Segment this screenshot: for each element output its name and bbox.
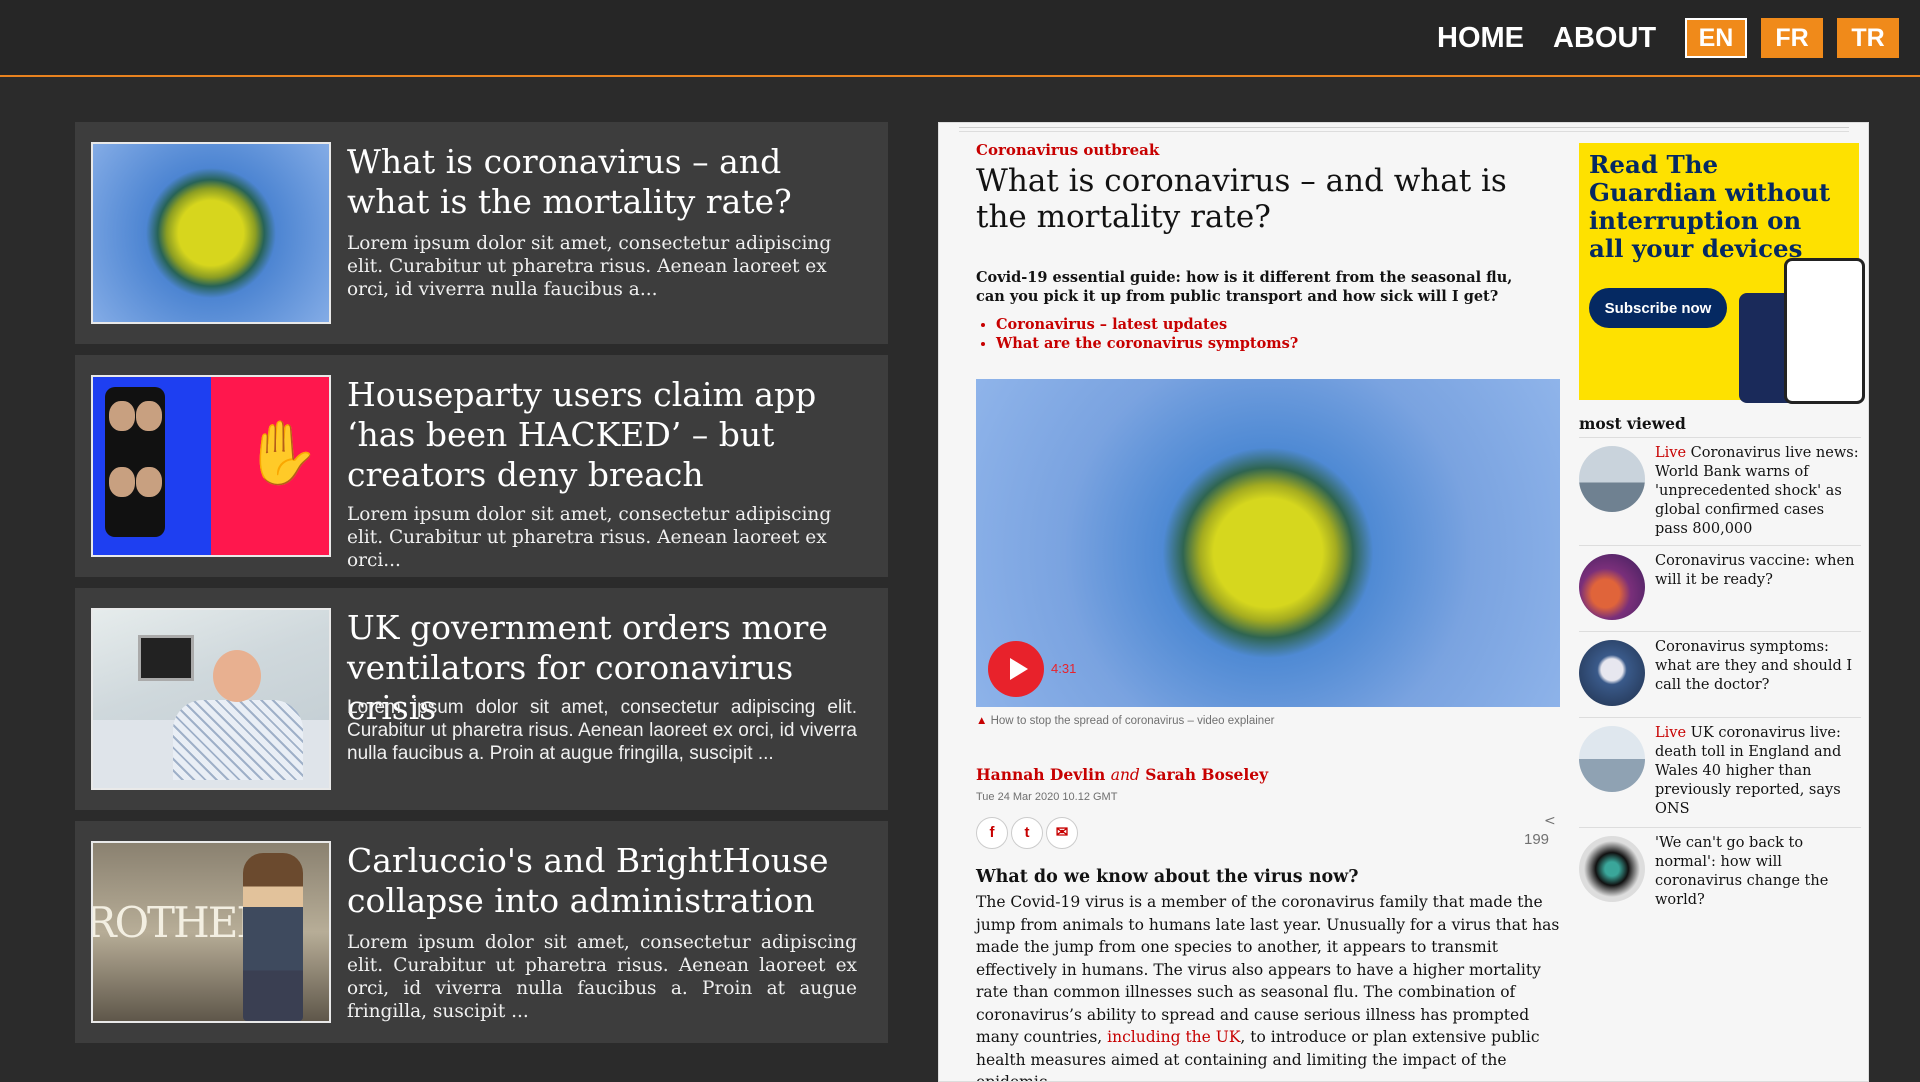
- most-viewed-heading: most viewed: [1579, 414, 1686, 433]
- hospital-thumbnail: [91, 608, 331, 790]
- phone-image: [1784, 258, 1865, 404]
- article-card[interactable]: What is coronavirus – and what is the mo…: [75, 122, 888, 344]
- top-nav-bar: HOME ABOUT EN FR TR: [0, 0, 1920, 77]
- video-caption: ▲ How to stop the spread of coronavirus …: [976, 715, 1274, 727]
- character-image: [243, 853, 303, 1021]
- most-viewed-text: Live Coronavirus live news: World Bank w…: [1655, 445, 1859, 537]
- author-link[interactable]: Sarah Boseley: [1145, 765, 1268, 784]
- article-excerpt: Lorem ipsum dolor sit amet, consectetur …: [347, 697, 857, 764]
- waving-hand-icon: ✋: [243, 416, 321, 489]
- most-viewed-item[interactable]: Coronavirus symptoms: what are they and …: [1579, 631, 1861, 718]
- related-link[interactable]: What are the coronavirus symptoms?: [996, 334, 1298, 353]
- triangle-icon: ▲: [976, 715, 988, 727]
- brothers-game-thumbnail: ROTHERS: [91, 841, 331, 1023]
- video-player[interactable]: 4:31: [976, 379, 1560, 707]
- article-headline: What is coronavirus – and what is the mo…: [976, 163, 1507, 235]
- article-title: What is coronavirus – and what is the mo…: [347, 142, 792, 221]
- publish-date: Tue 24 Mar 2020 10.12 GMT: [976, 791, 1118, 803]
- byline: Hannah Devlin and Sarah Boseley: [976, 765, 1268, 784]
- most-viewed-item[interactable]: Live UK coronavirus live: death toll in …: [1579, 717, 1861, 828]
- caption-text: How to stop the spread of coronavirus – …: [990, 715, 1275, 727]
- face-image: [136, 467, 162, 497]
- patient-image: [173, 700, 303, 780]
- facebook-icon[interactable]: f: [976, 817, 1008, 849]
- article-detail-panel: Coronavirus outbreak What is coronavirus…: [938, 122, 1869, 1082]
- article-card[interactable]: ✋ Houseparty users claim app ‘has been H…: [75, 355, 888, 577]
- most-viewed-item[interactable]: Coronavirus vaccine: when will it be rea…: [1579, 545, 1861, 632]
- gas-mask-thumbnail: [1579, 836, 1645, 902]
- author-link[interactable]: Hannah Devlin: [976, 765, 1105, 784]
- street-thumbnail: [1579, 726, 1645, 792]
- most-viewed-text: 'We can't go back to normal': how will c…: [1655, 835, 1829, 908]
- subscribe-button[interactable]: Subscribe now: [1589, 288, 1727, 328]
- ad-headline: Read The Guardian without interruption o…: [1589, 150, 1831, 263]
- section-heading: What do we know about the virus now?: [976, 867, 1359, 887]
- share-count: 199: [1524, 831, 1550, 848]
- nav-about-link[interactable]: ABOUT: [1553, 22, 1656, 55]
- most-viewed-item[interactable]: 'We can't go back to normal': how will c…: [1579, 827, 1861, 908]
- article-excerpt: Lorem ipsum dolor sit amet, consectetur …: [347, 504, 832, 571]
- monitor-image: [138, 635, 194, 681]
- article-card[interactable]: ROTHERS Carluccio's and BrightHouse coll…: [75, 821, 888, 1043]
- coronavirus-thumbnail: [91, 142, 331, 324]
- lang-fr-button[interactable]: FR: [1761, 18, 1823, 58]
- share-icon: <: [1544, 813, 1556, 829]
- article-excerpt: Lorem ipsum dolor sit amet, consectetur …: [347, 233, 832, 300]
- article-title: Houseparty users claim app ‘has been HAC…: [347, 375, 817, 494]
- patient-head-image: [213, 650, 261, 702]
- lang-tr-button[interactable]: TR: [1837, 18, 1899, 58]
- face-image: [109, 467, 135, 497]
- article-card[interactable]: UK government orders more ventilators fo…: [75, 588, 888, 810]
- phone-image: [105, 387, 165, 537]
- email-icon[interactable]: ✉: [1046, 817, 1078, 849]
- most-viewed-text: Coronavirus symptoms: what are they and …: [1655, 639, 1853, 693]
- nav-home-link[interactable]: HOME: [1437, 22, 1524, 55]
- twitter-icon[interactable]: t: [1011, 817, 1043, 849]
- face-image: [109, 401, 135, 431]
- article-excerpt: Lorem ipsum dolor sit amet, consectetur …: [347, 932, 857, 1022]
- subscribe-ad[interactable]: Read The Guardian without interruption o…: [1579, 143, 1865, 404]
- ship-thumbnail: [1579, 446, 1645, 512]
- vaccine-thumbnail: [1579, 554, 1645, 620]
- most-viewed-text: Live UK coronavirus live: death toll in …: [1655, 725, 1842, 817]
- related-link[interactable]: Coronavirus – latest updates: [996, 315, 1298, 334]
- related-links: Coronavirus – latest updates What are th…: [976, 315, 1298, 353]
- article-title: Carluccio's and BrightHouse collapse int…: [347, 841, 829, 920]
- houseparty-thumbnail: ✋: [91, 375, 331, 557]
- doctor-thumbnail: [1579, 640, 1645, 706]
- article-body: The Covid-19 virus is a member of the co…: [976, 893, 1560, 1082]
- video-duration: 4:31: [1051, 661, 1077, 676]
- article-standfirst: Covid-19 essential guide: how is it diff…: [976, 269, 1513, 305]
- divider: [959, 127, 1849, 132]
- inline-link[interactable]: including the UK: [1107, 1028, 1240, 1046]
- lang-en-button[interactable]: EN: [1685, 18, 1747, 58]
- most-viewed-item[interactable]: Live Coronavirus live news: World Bank w…: [1579, 437, 1861, 546]
- play-icon[interactable]: [988, 641, 1044, 697]
- most-viewed-text: Coronavirus vaccine: when will it be rea…: [1655, 553, 1855, 588]
- article-kicker[interactable]: Coronavirus outbreak: [976, 141, 1159, 159]
- byline-and: and: [1110, 766, 1140, 784]
- face-image: [136, 401, 162, 431]
